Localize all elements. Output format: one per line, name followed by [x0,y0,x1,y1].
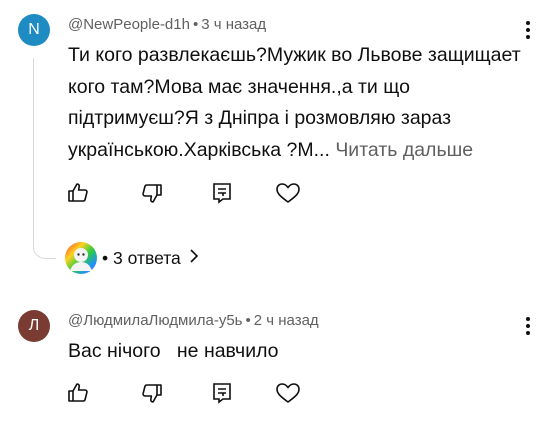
comment-actions [68,380,328,410]
dislike-icon [142,184,162,203]
heart-button[interactable] [275,380,301,406]
author-name[interactable]: @NewPeople-d1h [68,16,190,33]
comment-actions [68,180,328,210]
replies-toggle[interactable]: • 3 ответа [64,241,199,275]
comment-meta: @ЛюдмилаЛюдмила-у5ь • 2 ч назад [68,312,319,329]
like-icon [68,383,88,402]
avatar[interactable]: N [18,14,50,46]
reply-icon [213,183,231,204]
reply-author-avatar [65,242,97,274]
thread-line [33,58,56,259]
comment-body: Вас нічого не навчило [68,340,279,362]
comment-text: Ти кого развлекаєшь?Мужик во Львове защи… [68,40,528,166]
avatar-letter: Л [28,317,40,334]
like-icon [68,183,88,202]
separator: • [245,312,251,329]
timestamp[interactable]: 2 ч назад [254,312,319,329]
separator: • [192,16,199,33]
dislike-icon [142,384,162,403]
avatar[interactable]: Л [18,310,50,342]
more-vert-icon [526,317,530,335]
more-options-button[interactable] [520,19,536,41]
more-options-button[interactable] [520,315,536,337]
separator: • [102,247,109,268]
chevron-right-icon [189,248,199,268]
dislike-button[interactable] [139,380,165,406]
comment-meta: @NewPeople-d1h • 3 ч назад [68,16,266,33]
read-more-link[interactable]: Читать дальше [335,139,473,161]
author-name[interactable]: @ЛюдмилаЛюдмила-у5ь [68,312,243,329]
heart-icon [276,383,300,403]
reply-button[interactable] [209,380,235,406]
like-button[interactable] [65,380,91,406]
avatar-letter: N [28,21,40,38]
dislike-button[interactable] [139,180,165,206]
timestamp[interactable]: 3 ч назад [201,16,266,33]
more-vert-icon [526,21,530,39]
replies-count-label[interactable]: • 3 ответа [102,248,181,269]
heart-icon [276,183,300,203]
like-button[interactable] [65,180,91,206]
comment-text: Вас нічого не навчило [68,336,528,368]
reply-icon [213,383,231,404]
heart-button[interactable] [275,180,301,206]
reply-button[interactable] [209,180,235,206]
replies-count: 3 ответа [113,247,181,268]
